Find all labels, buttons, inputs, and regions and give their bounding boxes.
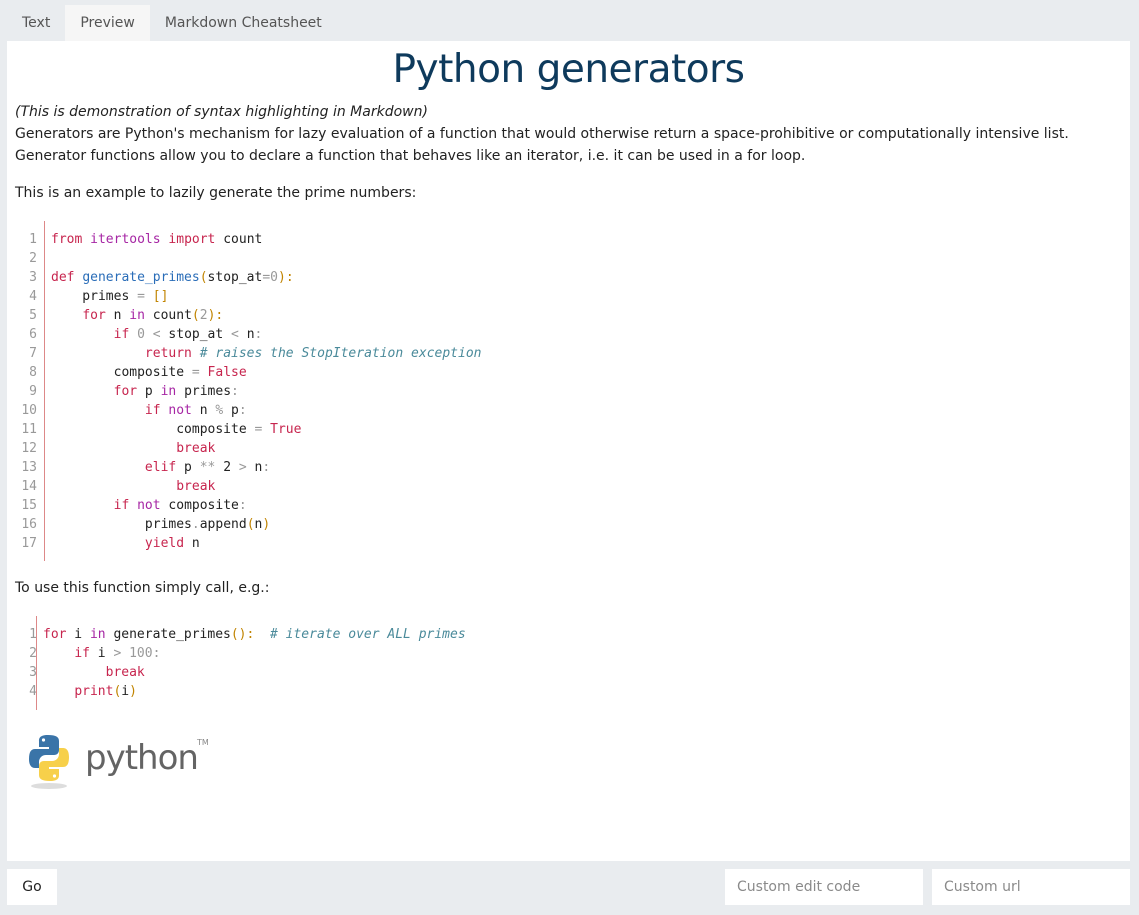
code-line: break: [176, 479, 216, 494]
paragraph-usage: To use this function simply call, e.g.:: [15, 580, 270, 596]
preview-panel: Python generators (This is demonstration…: [7, 41, 1130, 861]
line-number: 3: [29, 270, 37, 285]
line-numbers: 1 2 3 4: [15, 625, 37, 701]
tab-bar: Text Preview Markdown Cheatsheet: [7, 5, 337, 41]
code-line: primes = []: [51, 289, 169, 304]
code-line: def generate_primes(stop_at=0):: [51, 270, 294, 285]
line-number: 7: [29, 346, 37, 361]
code-line: if not n % p:: [144, 403, 247, 418]
code-line: print(i): [74, 684, 137, 699]
python-logo-trademark: TM: [196, 738, 209, 747]
bottom-bar: Go: [0, 862, 1139, 915]
code-line: return # raises the StopIteration except…: [144, 346, 482, 361]
python-logo: python TM: [29, 731, 219, 791]
line-number: 13: [21, 460, 37, 475]
line-number: 17: [21, 536, 37, 551]
line-number: 8: [29, 365, 37, 380]
line-number: 4: [29, 289, 37, 304]
python-logo-text: python: [85, 738, 198, 778]
line-number: 16: [21, 517, 37, 532]
code-line: composite = False: [51, 365, 247, 380]
line-number: 15: [21, 498, 37, 513]
code-line: composite = True: [51, 422, 302, 437]
line-number: 3: [29, 665, 37, 680]
code-line: primes.append(n): [51, 517, 271, 532]
line-number: 4: [29, 684, 37, 699]
code-line: if not composite:: [113, 498, 247, 513]
gutter-divider: [36, 616, 37, 710]
code-block-primes: 1 2 3 4 5 6 7 8 9 10 11 12 13 14 15 16 17 from itertools…: [15, 221, 615, 561]
page-title: Python generators: [392, 47, 745, 92]
line-number: 6: [29, 327, 37, 342]
code-line: for p in primes:: [113, 384, 239, 399]
code-block-usage: 1 2 3 4 for i in generate_primes(): # itera…: [15, 616, 615, 710]
code-line: from itertools import count: [51, 232, 263, 247]
go-button[interactable]: Go: [7, 869, 57, 905]
code-line: for n in count(2):: [82, 308, 224, 323]
tab-text[interactable]: Text: [7, 5, 66, 41]
tab-markdown-cheatsheet[interactable]: Markdown Cheatsheet: [149, 5, 337, 41]
code-line: yield n: [144, 536, 200, 551]
tab-preview[interactable]: Preview: [65, 5, 150, 41]
custom-edit-code-input[interactable]: [725, 869, 923, 905]
intro-text: (This is demonstration of syntax highlig…: [15, 104, 428, 120]
line-numbers: 1 2 3 4 5 6 7 8 9 10 11 12 13 14 15 16 17: [15, 230, 37, 553]
line-number: 9: [29, 384, 37, 399]
code-line: break: [105, 665, 145, 680]
line-number: 11: [21, 422, 37, 437]
line-number: 2: [29, 251, 37, 266]
paragraph-generators: Generators are Python's mechanism for la…: [15, 126, 1069, 164]
python-logo-icon: python TM: [29, 735, 209, 789]
line-number: 10: [21, 403, 37, 418]
gutter-divider: [44, 221, 45, 561]
line-number: 5: [29, 308, 37, 323]
code-lines: for i in generate_primes(): # iterate ov…: [43, 625, 466, 701]
code-line: for i in generate_primes(): # iterate ov…: [43, 627, 466, 642]
code-line: elif p ** 2 > n:: [144, 460, 271, 475]
line-number: 1: [29, 232, 37, 247]
line-number: 1: [29, 627, 37, 642]
custom-url-input[interactable]: [932, 869, 1130, 905]
code-lines: from itertools import count def generate…: [51, 230, 481, 553]
code-line: if 0 < stop_at < n:: [113, 327, 263, 342]
line-number: 12: [21, 441, 37, 456]
paragraph-example: This is an example to lazily generate th…: [15, 185, 417, 201]
line-number: 14: [21, 479, 37, 494]
line-number: 2: [29, 646, 37, 661]
code-line: if i > 100:: [74, 646, 161, 661]
code-line: break: [176, 441, 216, 456]
